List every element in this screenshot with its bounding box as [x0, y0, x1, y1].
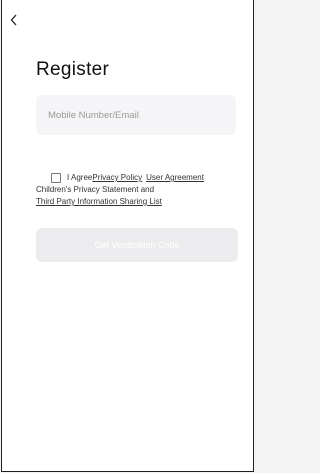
register-screen: Register I Agree Privacy Policy User Agr…: [1, 0, 254, 472]
third-party-link[interactable]: Third Party Information Sharing List: [36, 197, 162, 206]
agreement-line-2: Children's Privacy Statement and: [36, 184, 154, 196]
privacy-policy-link[interactable]: Privacy Policy: [92, 172, 142, 184]
agreement-checkbox[interactable]: [51, 173, 61, 183]
agreement-row: I Agree Privacy Policy User Agreement: [51, 172, 204, 184]
account-input[interactable]: [36, 95, 236, 135]
get-verification-code-button[interactable]: Get Verification Code: [36, 228, 238, 262]
childrens-privacy-link[interactable]: Children's Privacy Statement: [36, 185, 138, 194]
agreement-and-text: and: [140, 185, 155, 194]
user-agreement-link[interactable]: User Agreement: [146, 172, 204, 184]
page-title: Register: [36, 59, 110, 80]
agreement-line-3: Third Party Information Sharing List: [36, 196, 162, 208]
agree-prefix: I Agree: [67, 173, 93, 182]
chevron-left-icon: [10, 14, 17, 26]
back-button[interactable]: [6, 12, 22, 28]
